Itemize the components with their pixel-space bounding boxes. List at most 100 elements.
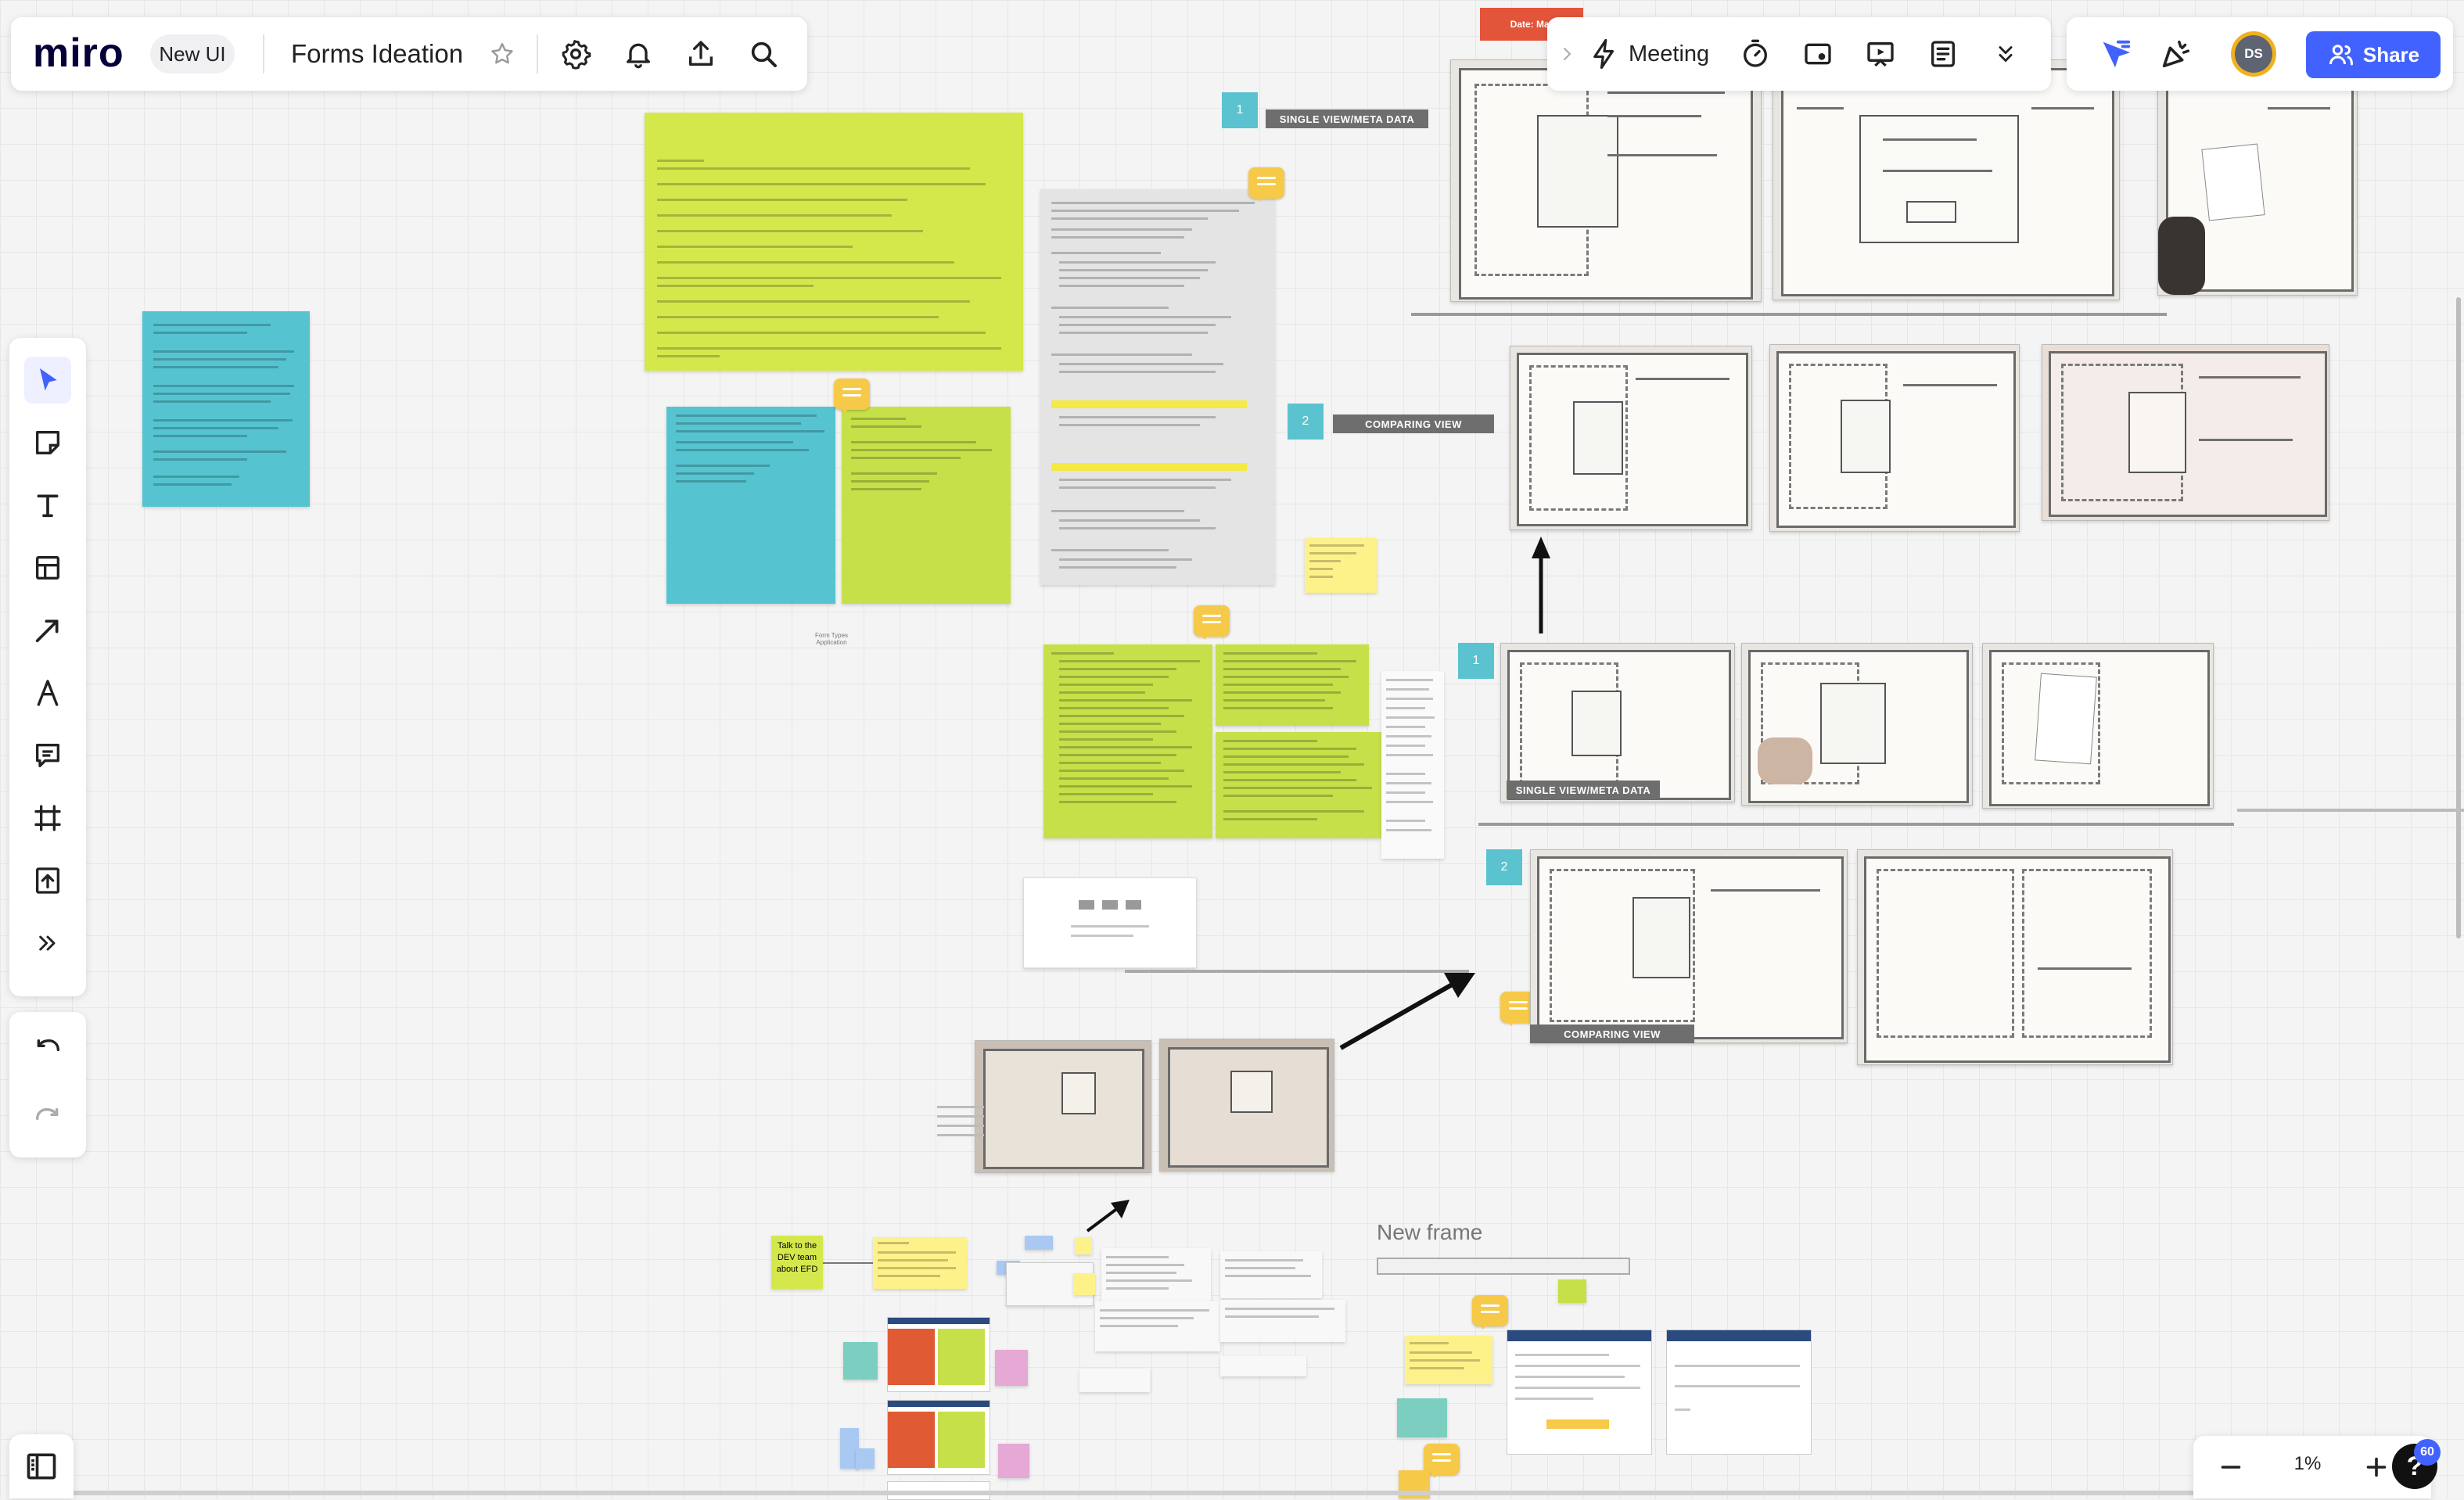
teal-mini-note[interactable] (843, 1342, 878, 1380)
arrow-connector (1086, 1200, 1130, 1233)
collaboration-toolbar: Meeting (1547, 17, 2051, 91)
more-tools-icon[interactable] (24, 920, 71, 967)
new-frame[interactable] (1377, 1258, 1630, 1275)
sketch-photo[interactable] (1769, 344, 2020, 532)
miro-logo[interactable]: miro (33, 33, 124, 74)
board-header: miro New UI Forms Ideation (11, 17, 807, 91)
upload-icon[interactable] (24, 857, 71, 904)
sketch-photo[interactable] (2042, 344, 2329, 521)
board-panel-toggle[interactable] (9, 1434, 74, 1498)
sketch-photo[interactable] (1773, 59, 2120, 300)
reactions-icon[interactable] (2153, 31, 2200, 77)
notes-icon[interactable] (1920, 31, 1967, 77)
talk-dev-sticky[interactable]: Talk to the DEV team about EFD (771, 1236, 823, 1289)
export-icon[interactable] (677, 31, 724, 77)
sketch-photo[interactable] (1530, 849, 1848, 1043)
teal-sticky-note[interactable] (142, 311, 310, 507)
usability-scenario-2[interactable] (1216, 644, 1369, 726)
timer-icon[interactable] (1732, 31, 1779, 77)
reports-document[interactable] (1040, 189, 1275, 585)
sketch-photo[interactable] (1982, 643, 2214, 809)
text-card[interactable] (1220, 1300, 1345, 1342)
yellow-mini-note[interactable] (1073, 1273, 1095, 1295)
search-icon[interactable] (740, 31, 787, 77)
lightning-icon (1588, 38, 1621, 70)
yellow-mini-note[interactable] (1075, 1237, 1092, 1254)
bell-icon[interactable] (615, 31, 662, 77)
list-card[interactable] (1381, 671, 1444, 859)
yellow-note-small[interactable] (873, 1237, 967, 1289)
redo-icon[interactable] (24, 1096, 71, 1143)
frame-icon[interactable] (24, 795, 71, 842)
usability-scenario-3[interactable] (1216, 732, 1381, 838)
vertical-scrollbar[interactable] (2456, 297, 2461, 938)
arrow-line-icon[interactable] (24, 607, 71, 654)
screenshot-thumbnail[interactable] (1023, 877, 1197, 968)
cursor-icon[interactable] (2092, 31, 2139, 77)
text-card[interactable] (1079, 1369, 1150, 1392)
avatar[interactable]: DS (2231, 31, 2276, 77)
form-mockup[interactable] (1507, 1330, 1652, 1455)
zoom-out-icon[interactable] (2207, 1444, 2254, 1491)
board-title[interactable]: Forms Ideation (291, 39, 463, 69)
chevron-right-icon[interactable] (1547, 31, 1586, 77)
chevron-down-icon[interactable] (1982, 31, 2029, 77)
share-button[interactable]: Share (2306, 31, 2441, 78)
meeting-label: Meeting (1629, 41, 1710, 66)
zoom-level[interactable]: 1% (2268, 1453, 2347, 1475)
blue-mini-note[interactable] (1025, 1236, 1053, 1250)
requirements-sticky-note[interactable] (645, 113, 1023, 371)
teal-note[interactable] (1397, 1398, 1447, 1437)
mini-board[interactable] (887, 1400, 990, 1475)
sketch-photo[interactable] (1159, 1039, 1334, 1172)
text-card[interactable] (1220, 1356, 1306, 1376)
panel-icon (18, 1443, 65, 1490)
horizontal-scrollbar[interactable] (63, 1491, 2253, 1495)
section-badge: 1 (1222, 92, 1258, 128)
sketch-photo[interactable] (1450, 59, 1762, 302)
select-icon[interactable] (24, 357, 71, 404)
divider (537, 34, 538, 74)
comment-marker[interactable] (1194, 605, 1230, 640)
star-icon[interactable] (479, 31, 526, 77)
new-ui-badge[interactable]: New UI (150, 34, 235, 74)
template-icon[interactable] (24, 544, 71, 591)
comment-icon[interactable] (24, 732, 71, 779)
sketch-photo[interactable] (1857, 849, 2173, 1065)
blue-mini-note[interactable] (856, 1448, 875, 1469)
divider (263, 34, 264, 74)
green-note[interactable] (842, 407, 1011, 604)
green-mini-note[interactable] (1558, 1279, 1586, 1303)
text-card[interactable] (1220, 1251, 1322, 1298)
pink-mini-note[interactable] (998, 1444, 1029, 1478)
pen-icon[interactable] (24, 669, 71, 716)
sketch-photo[interactable] (2157, 59, 2358, 296)
section-label-comparing-view-2: COMPARING VIEW (1530, 1025, 1694, 1043)
small-yellow-sticky[interactable] (1305, 538, 1377, 593)
sketch-photo[interactable] (1500, 643, 1735, 802)
form-mockup[interactable] (1666, 1330, 1812, 1455)
card-icon[interactable] (1794, 31, 1841, 77)
teal-note-2[interactable] (666, 407, 835, 604)
yellow-note[interactable] (1405, 1336, 1492, 1384)
pink-mini-note[interactable] (995, 1350, 1028, 1386)
usability-scenario-1[interactable] (1043, 644, 1212, 838)
meeting-button[interactable]: Meeting (1588, 31, 1709, 77)
text-icon[interactable] (24, 482, 71, 529)
form-types-caption: Form Types Application (814, 632, 849, 646)
text-card[interactable] (1095, 1301, 1220, 1351)
comment-marker[interactable] (1248, 167, 1284, 202)
share-label: Share (2362, 42, 2420, 66)
settings-icon[interactable] (552, 31, 599, 77)
text-lines-icon (937, 1103, 984, 1142)
comment-marker[interactable] (1472, 1295, 1508, 1330)
sketch-photo[interactable] (1510, 346, 1752, 530)
comment-marker[interactable] (834, 379, 870, 413)
undo-icon[interactable] (24, 1028, 71, 1075)
present-icon[interactable] (1857, 31, 1904, 77)
sketch-photo[interactable] (1741, 643, 1973, 806)
new-frame-title[interactable]: New frame (1377, 1220, 1482, 1245)
sketch-photo[interactable] (975, 1040, 1151, 1173)
sticky-note-icon[interactable] (24, 419, 71, 466)
mini-board[interactable] (887, 1317, 990, 1392)
